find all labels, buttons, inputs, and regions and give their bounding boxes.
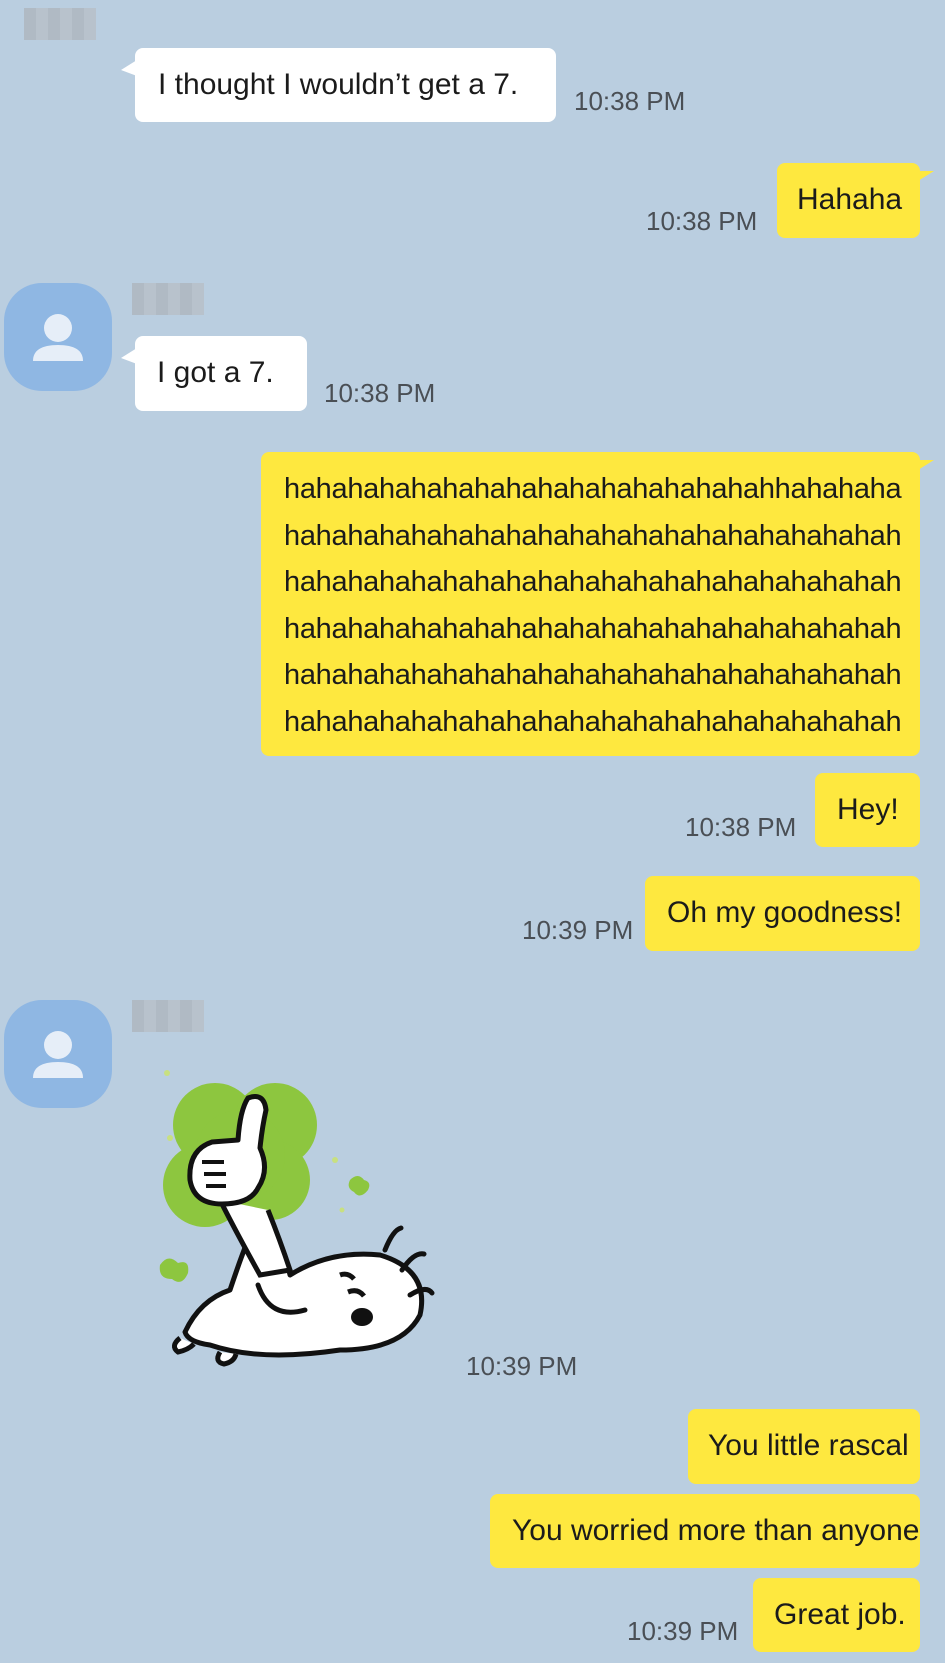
message-time: 10:38 PM (324, 378, 436, 408)
message-time: 10:39 PM (522, 915, 634, 945)
default-person-icon (33, 314, 83, 361)
message-time: 10:38 PM (685, 812, 797, 842)
outgoing-message[interactable]: You little rascal (688, 1409, 920, 1484)
message-time: 10:38 PM (646, 206, 758, 236)
message-text-line: hahahahahahahahahahahahahahahahahahahah (284, 659, 902, 691)
thumbs-up-bunny-sticker[interactable] (140, 1070, 470, 1380)
message-text: You little rascal (708, 1429, 909, 1462)
outgoing-message[interactable]: Oh my goodness! (645, 876, 920, 951)
message-text: Hey! (837, 793, 899, 826)
outgoing-message[interactable]: You worried more than anyone (490, 1494, 920, 1568)
message-time: 10:39 PM (627, 1616, 739, 1646)
avatar[interactable] (4, 283, 112, 391)
message-text-line: hahahahahahahahahahahahahahahahahahahah (284, 705, 902, 738)
outgoing-message[interactable]: hahahahahahahahahahahahahahahahhahahaha … (261, 452, 934, 756)
incoming-message[interactable]: I thought I wouldn’t get a 7. (121, 48, 556, 122)
message-text: I got a 7. (157, 356, 274, 389)
sticker-image (159, 1070, 435, 1367)
sender-name-blurred (24, 8, 96, 40)
message-text: Oh my goodness! (667, 896, 903, 929)
message-text-line: hahahahahahahahahahahahahahahahahahahah (284, 566, 902, 598)
avatar[interactable] (4, 1000, 112, 1108)
sender-name-blurred (132, 1000, 204, 1032)
message-text: I thought I wouldn’t get a 7. (158, 68, 519, 101)
message-time: 10:38 PM (574, 86, 686, 116)
message-text: You worried more than anyone (512, 1514, 920, 1547)
message-text: Hahaha (797, 183, 903, 216)
default-person-icon (33, 1031, 83, 1078)
incoming-message[interactable]: I got a 7. (121, 336, 307, 411)
message-text-line: hahahahahahahahahahahahahahahahahahahah (284, 519, 902, 552)
outgoing-message[interactable]: Great job. (753, 1578, 920, 1652)
sender-name-blurred (132, 283, 204, 315)
outgoing-message[interactable]: Hahaha (777, 163, 934, 238)
outgoing-message[interactable]: Hey! (815, 773, 920, 847)
message-text-line: hahahahahahahahahahahahahahahahhahahaha (284, 473, 902, 505)
message-text: Great job. (774, 1598, 906, 1631)
message-time: 10:39 PM (466, 1351, 578, 1381)
message-text-line: hahahahahahahahahahahahahahahahahahahah (284, 612, 902, 645)
